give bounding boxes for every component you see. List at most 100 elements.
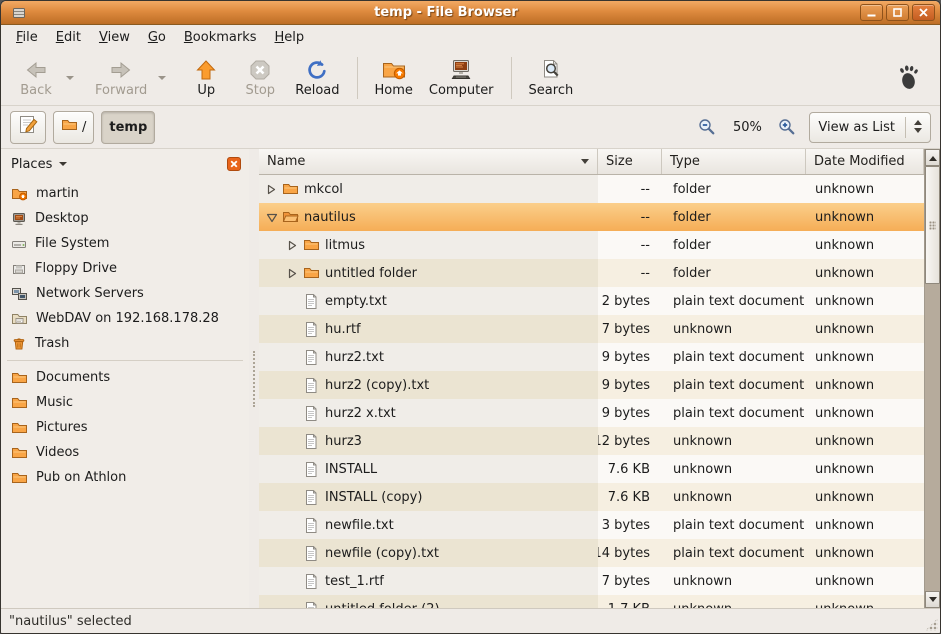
scroll-down-button[interactable] — [925, 591, 940, 608]
name-cell: INSTALL (copy) — [259, 483, 598, 511]
file-row-hurz3[interactable]: hurz312 bytesunknownunknown — [259, 427, 924, 455]
file-icon — [301, 545, 321, 562]
file-row-test-1-rtf[interactable]: test_1.rtf7 bytesunknownunknown — [259, 567, 924, 595]
folder-icon — [11, 395, 28, 411]
zoom-out-button[interactable] — [695, 115, 719, 139]
place-file-system[interactable]: File System — [1, 231, 249, 256]
place-martin[interactable]: martin — [1, 181, 249, 206]
file-row-hu-rtf[interactable]: hu.rtf7 bytesunknownunknown — [259, 315, 924, 343]
place-pictures[interactable]: Pictures — [1, 415, 249, 440]
current-path-label: temp — [109, 120, 147, 135]
file-row-hurz2-copy-txt[interactable]: hurz2 (copy).txt9 bytesplain text docume… — [259, 371, 924, 399]
column-header-name[interactable]: Name — [259, 149, 598, 174]
place-label: Desktop — [35, 211, 89, 226]
place-music[interactable]: Music — [1, 390, 249, 415]
edit-location-button[interactable] — [10, 111, 46, 144]
computer-button[interactable]: Computer — [421, 53, 502, 103]
location-bar: / temp 50% View as List — [1, 106, 940, 149]
column-header-type[interactable]: Type — [662, 149, 806, 174]
type-cell: plain text document — [662, 399, 806, 427]
places-title[interactable]: Places — [11, 157, 52, 172]
folder-icon — [301, 237, 321, 253]
name-cell: test_1.rtf — [259, 567, 598, 595]
scrollbar-thumb[interactable] — [925, 166, 940, 284]
reload-label: Reload — [295, 83, 339, 98]
date-cell: unknown — [806, 539, 924, 567]
file-row-untitled-folder[interactable]: untitled folder--folderunknown — [259, 259, 924, 287]
home-folder-icon — [11, 186, 28, 202]
current-path-button[interactable]: temp — [101, 111, 155, 144]
menu-go[interactable]: Go — [139, 27, 175, 48]
date-cell: unknown — [806, 259, 924, 287]
place-desktop[interactable]: Desktop — [1, 206, 249, 231]
date-cell: unknown — [806, 175, 924, 203]
type-cell: plain text document — [662, 371, 806, 399]
column-header-size[interactable]: Size — [598, 149, 662, 174]
type-cell: plain text document — [662, 287, 806, 315]
minimize-button[interactable] — [860, 4, 883, 21]
expander-open-icon[interactable] — [263, 212, 280, 223]
reload-button[interactable]: Reload — [287, 53, 347, 103]
file-row-nautilus[interactable]: nautilus--folderunknown — [259, 203, 924, 231]
close-icon — [918, 7, 929, 18]
column-header-date-modified[interactable]: Date Modified — [806, 149, 924, 174]
file-row-newfile-txt[interactable]: newfile.txt3 bytesplain text documentunk… — [259, 511, 924, 539]
expander-closed-icon[interactable] — [263, 184, 280, 195]
file-row-empty-txt[interactable]: empty.txt2 bytesplain text documentunkno… — [259, 287, 924, 315]
column-label: Type — [670, 154, 700, 169]
size-cell: 7 bytes — [598, 315, 662, 343]
size-cell: -- — [598, 203, 662, 231]
date-cell: unknown — [806, 203, 924, 231]
zoom-in-button[interactable] — [775, 115, 799, 139]
type-cell: unknown — [662, 427, 806, 455]
file-row-hurz2-x-txt[interactable]: hurz2 x.txt9 bytesplain text documentunk… — [259, 399, 924, 427]
place-label: Pictures — [36, 420, 87, 435]
menu-bookmarks[interactable]: Bookmarks — [175, 27, 266, 48]
pane-splitter[interactable] — [249, 149, 259, 608]
maximize-button[interactable] — [886, 4, 909, 21]
menu-help[interactable]: Help — [266, 27, 314, 48]
close-sidebar-button[interactable] — [227, 157, 241, 171]
place-trash[interactable]: Trash — [1, 331, 249, 356]
place-videos[interactable]: Videos — [1, 440, 249, 465]
file-row-newfile-copy-txt[interactable]: newfile (copy).txt14 bytesplain text doc… — [259, 539, 924, 567]
titlebar[interactable]: temp - File Browser — [1, 1, 940, 25]
scroll-up-button[interactable] — [925, 149, 940, 166]
place-label: Videos — [36, 445, 79, 460]
place-pub-on-athlon[interactable]: Pub on Athlon — [1, 465, 249, 490]
date-cell: unknown — [806, 399, 924, 427]
up-button[interactable]: Up — [179, 53, 233, 103]
webdav-icon — [11, 311, 28, 327]
size-cell: -- — [598, 231, 662, 259]
resize-grip[interactable] — [925, 618, 938, 631]
file-name: INSTALL (copy) — [325, 490, 422, 505]
place-floppy-drive[interactable]: Floppy Drive — [1, 256, 249, 281]
expander-closed-icon[interactable] — [284, 240, 301, 251]
root-path-button[interactable]: / — [53, 111, 94, 144]
place-webdav-on-192-168-178-28[interactable]: WebDAV on 192.168.178.28 — [1, 306, 249, 331]
file-name: empty.txt — [325, 294, 387, 309]
size-cell: 9 bytes — [598, 343, 662, 371]
place-network-servers[interactable]: Network Servers — [1, 281, 249, 306]
file-row-install-copy[interactable]: INSTALL (copy)7.6 KBunknownunknown — [259, 483, 924, 511]
file-row-hurz2-txt[interactable]: hurz2.txt9 bytesplain text documentunkno… — [259, 343, 924, 371]
folder-icon — [61, 117, 78, 137]
menu-view[interactable]: View — [90, 27, 139, 48]
file-row-mkcol[interactable]: mkcol--folderunknown — [259, 175, 924, 203]
search-button[interactable]: Search — [521, 53, 582, 103]
file-row-install[interactable]: INSTALL7.6 KBunknownunknown — [259, 455, 924, 483]
file-row-untitled-folder-2[interactable]: untitled folder (2)1.7 KBunknownunknown — [259, 595, 924, 608]
view-mode-selector[interactable]: View as List — [809, 112, 931, 143]
network-icon — [11, 286, 28, 302]
stop-button: Stop — [233, 53, 287, 103]
menu-edit[interactable]: Edit — [47, 27, 90, 48]
back-icon — [24, 58, 48, 82]
type-cell: plain text document — [662, 343, 806, 371]
vertical-scrollbar[interactable] — [924, 149, 940, 608]
place-documents[interactable]: Documents — [1, 365, 249, 390]
close-button[interactable] — [912, 4, 935, 21]
expander-closed-icon[interactable] — [284, 268, 301, 279]
home-button[interactable]: Home — [367, 53, 421, 103]
file-row-litmus[interactable]: litmus--folderunknown — [259, 231, 924, 259]
menu-file[interactable]: File — [7, 27, 47, 48]
